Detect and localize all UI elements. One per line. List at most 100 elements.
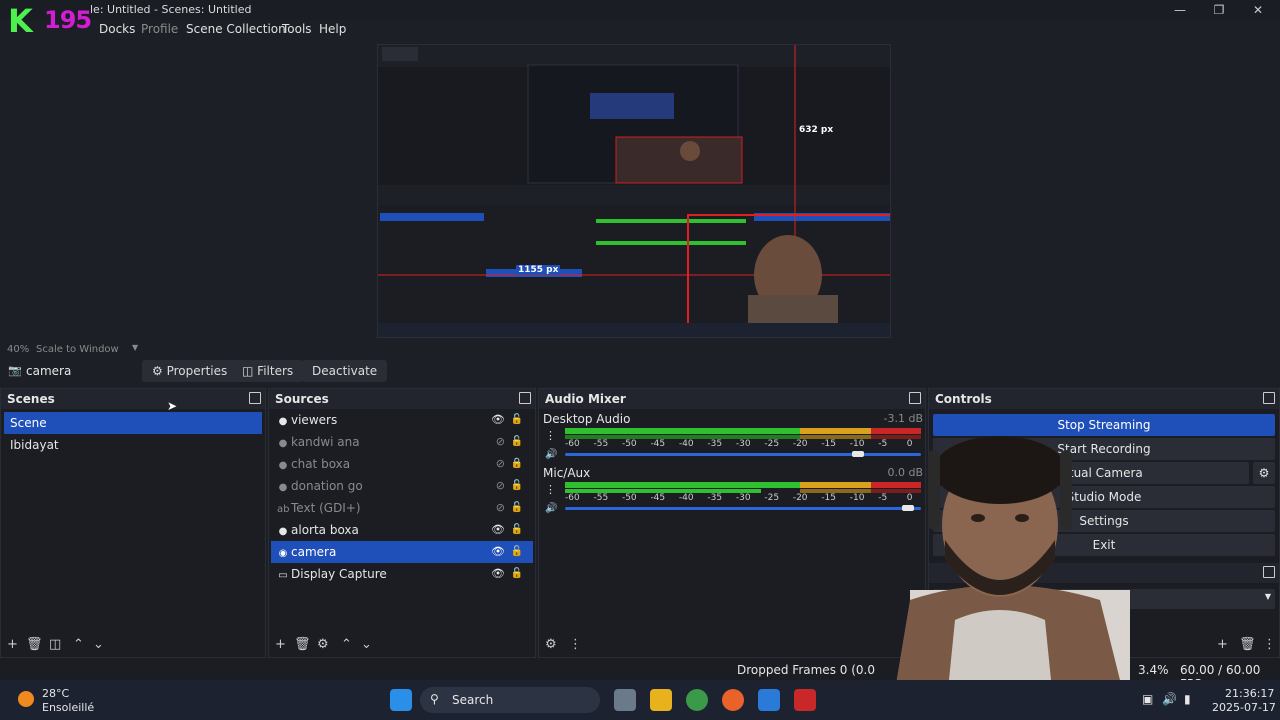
channel-db: -3.1 dB [883, 412, 924, 425]
lock-open-icon[interactable]: 🔓 [511, 431, 523, 453]
add-icon[interactable]: + [275, 637, 286, 652]
lock-open-icon[interactable]: 🔓 [511, 519, 523, 541]
lock-open-icon[interactable]: 🔓 [511, 541, 523, 563]
menu-tools[interactable]: Tools [282, 22, 312, 36]
lock-closed-icon[interactable]: 🔒 [511, 453, 523, 475]
db-tick-label: -25 [764, 439, 780, 449]
source-item[interactable]: ab Text (GDI+) ⊘ 🔓 [271, 497, 533, 519]
db-tick-label: -50 [621, 439, 637, 449]
lock-open-icon[interactable]: 🔓 [511, 409, 523, 431]
menu-docks[interactable]: Docks [99, 22, 135, 36]
properties-button[interactable]: ⚙ Properties [142, 360, 238, 382]
source-item[interactable]: ▭ Display Capture 👁 🔓 [271, 563, 533, 585]
filter-icon: ◫ [242, 364, 254, 378]
menu-help[interactable]: Help [319, 22, 346, 36]
source-item[interactable]: ● donation go ⊘ 🔓 [271, 475, 533, 497]
undock-icon[interactable] [249, 392, 261, 404]
lock-open-icon[interactable]: 🔓 [511, 475, 523, 497]
eye-hidden-icon[interactable]: ⊘ [496, 453, 505, 475]
source-item[interactable]: ◉ camera 👁 🔓 [271, 541, 533, 563]
source-item[interactable]: ● viewers 👁 🔓 [271, 409, 533, 431]
trash-icon[interactable]: 🗑 [1239, 637, 1256, 652]
file-explorer-icon[interactable] [650, 689, 672, 711]
menu-profile[interactable]: Profile [141, 22, 178, 36]
source-label: Text (GDI+) [291, 501, 361, 515]
undock-icon[interactable] [1263, 566, 1275, 578]
more-options-icon[interactable]: ⋮ [545, 483, 556, 496]
clock-time[interactable]: 21:36:17 [1225, 687, 1274, 700]
source-item[interactable]: ● chat boxa ⊘ 🔒 [271, 453, 533, 475]
windows-start-icon[interactable] [390, 689, 412, 711]
deactivate-button[interactable]: Deactivate [302, 360, 388, 382]
battery-icon[interactable]: ▮ [1184, 692, 1191, 706]
db-tick-label: -45 [650, 493, 666, 503]
chevron-down-icon[interactable]: ▼ [132, 343, 138, 352]
filters-button[interactable]: ◫ Filters [232, 360, 304, 382]
more-options-icon[interactable]: ⋮ [1263, 637, 1276, 652]
minimize-button[interactable]: — [1160, 0, 1200, 20]
source-item[interactable]: ● alorta boxa 👁 🔓 [271, 519, 533, 541]
scale-mode-select[interactable]: Scale to Window [36, 344, 119, 355]
eye-icon[interactable]: 👁 [491, 563, 505, 585]
scene-item[interactable]: Scene [4, 412, 262, 434]
db-tick-label: -60 [565, 439, 580, 449]
photos-icon[interactable] [758, 689, 780, 711]
scene-label: Ibidayat [10, 438, 59, 452]
eye-icon[interactable]: 👁 [491, 409, 505, 431]
scenes-header: Scenes [1, 389, 265, 409]
virtual-camera-settings-button[interactable]: ⚙ [1253, 462, 1275, 484]
chevron-up-icon[interactable]: ⌃ [73, 637, 84, 652]
trash-icon[interactable]: 🗑 [26, 637, 43, 652]
eye-icon[interactable]: 👁 [491, 541, 505, 563]
scene-item[interactable]: Ibidayat [4, 434, 262, 456]
more-options-icon[interactable]: ⋮ [569, 637, 582, 652]
globe-icon: ● [278, 526, 288, 537]
source-label: donation go [291, 479, 363, 493]
chevron-down-icon[interactable]: ⌄ [93, 637, 104, 652]
lock-open-icon[interactable]: 🔓 [511, 563, 523, 585]
eye-hidden-icon[interactable]: ⊘ [496, 475, 505, 497]
add-icon[interactable]: + [7, 637, 18, 652]
gear-icon[interactable]: ⚙ [317, 637, 329, 652]
trash-icon[interactable]: 🗑 [294, 637, 311, 652]
menu-scene-collection[interactable]: Scene Collection [186, 22, 286, 36]
channel-name: Desktop Audio [543, 412, 631, 426]
chevron-down-icon[interactable]: ⌄ [361, 637, 372, 652]
undock-icon[interactable] [519, 392, 531, 404]
network-icon[interactable]: ▣ [1142, 692, 1153, 706]
add-icon[interactable]: + [1217, 637, 1228, 652]
restore-button[interactable]: ❐ [1199, 0, 1239, 20]
db-tick-label: -25 [764, 493, 780, 503]
undock-icon[interactable] [909, 392, 921, 404]
app-icon[interactable] [794, 689, 816, 711]
clock-date[interactable]: 2025-07-17 [1212, 701, 1276, 714]
temperature[interactable]: 28°C [42, 687, 69, 700]
eye-icon[interactable]: 👁 [491, 519, 505, 541]
sources-header: Sources [269, 389, 535, 409]
filter-icon[interactable]: ◫ [49, 637, 61, 652]
chrome-icon[interactable] [686, 689, 708, 711]
chevron-up-icon[interactable]: ⌃ [341, 637, 352, 652]
eye-hidden-icon[interactable]: ⊘ [496, 497, 505, 519]
undock-icon[interactable] [1263, 392, 1275, 404]
taskbar-search[interactable]: ⚲ Search [420, 687, 600, 713]
mouse-cursor-icon: ➤ [167, 399, 178, 413]
speaker-icon[interactable]: 🔊 [545, 503, 557, 514]
gear-icon[interactable]: ⚙ [545, 637, 557, 652]
speaker-icon[interactable]: 🔊 [545, 449, 557, 460]
lock-open-icon[interactable]: 🔓 [511, 497, 523, 519]
window-title: le: Untitled - Scenes: Untitled [90, 3, 252, 16]
globe-icon: ● [278, 460, 288, 471]
weather-condition[interactable]: Ensoleillé [42, 701, 94, 714]
firefox-icon[interactable] [722, 689, 744, 711]
globe-icon: ● [278, 482, 288, 493]
volume-icon[interactable]: 🔊 [1162, 692, 1177, 706]
more-options-icon[interactable]: ⋮ [545, 429, 556, 442]
db-tick-label: -30 [735, 439, 751, 449]
menu-bar: Docks Profile Scene Collection Tools Hel… [0, 20, 1280, 40]
camera-icon: 📷 [8, 364, 22, 377]
source-item[interactable]: ● kandwi ana ⊘ 🔓 [271, 431, 533, 453]
eye-hidden-icon[interactable]: ⊘ [496, 431, 505, 453]
task-view-icon[interactable] [614, 689, 636, 711]
close-button[interactable]: ✕ [1238, 0, 1278, 20]
